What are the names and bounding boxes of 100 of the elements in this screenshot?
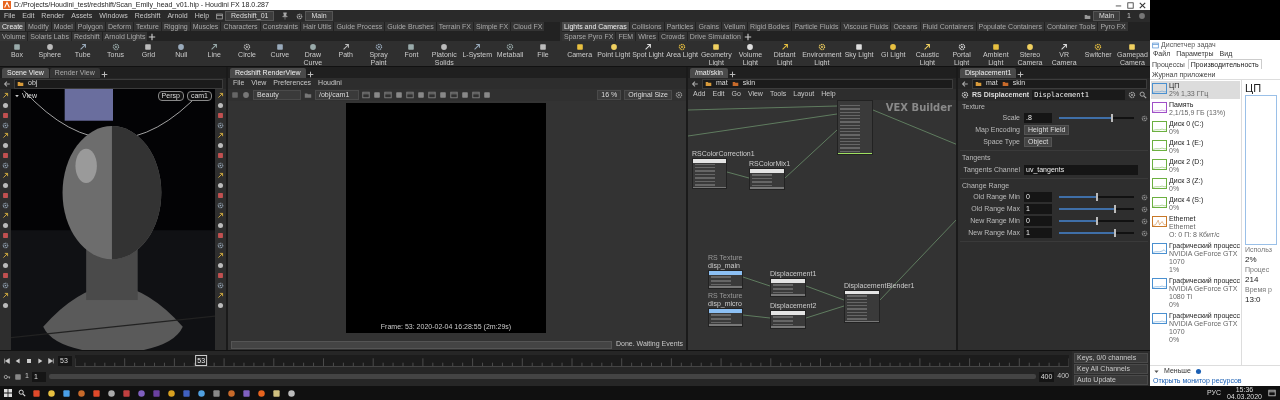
search-icon[interactable] (1139, 91, 1147, 99)
network-node[interactable] (708, 308, 743, 327)
slider-handle[interactable] (1110, 114, 1113, 123)
arrow-icon[interactable] (2, 132, 9, 139)
circle-icon[interactable] (1194, 367, 1202, 375)
circle-icon[interactable] (47, 388, 56, 398)
circle-icon[interactable] (217, 182, 224, 189)
window-icon[interactable] (384, 91, 392, 99)
gear-icon[interactable] (217, 242, 224, 249)
network-node[interactable] (749, 168, 785, 190)
slider-track[interactable] (1059, 208, 1134, 211)
gear-icon[interactable] (961, 91, 969, 99)
circle-icon[interactable] (2, 262, 9, 269)
back-icon[interactable] (3, 79, 11, 88)
window-icon[interactable] (406, 91, 414, 99)
circle-icon[interactable] (257, 388, 266, 398)
arrow-icon[interactable] (217, 292, 224, 299)
gear-icon[interactable] (217, 282, 224, 289)
key-icon[interactable] (3, 372, 11, 381)
circle-icon[interactable] (217, 262, 224, 269)
plus-icon[interactable] (306, 71, 314, 78)
square-icon[interactable] (212, 388, 221, 398)
network-node[interactable] (770, 278, 806, 297)
arrow-icon[interactable] (217, 212, 224, 219)
square-icon[interactable] (272, 388, 281, 398)
gear-icon[interactable] (2, 242, 9, 249)
gear-icon[interactable] (1141, 114, 1148, 122)
network-node[interactable] (770, 310, 806, 329)
slider-handle[interactable] (1114, 229, 1117, 238)
gear-icon[interactable] (217, 202, 224, 209)
circle-icon[interactable] (227, 388, 236, 398)
network-node[interactable] (844, 290, 880, 323)
window-icon[interactable] (362, 91, 370, 99)
arrow-icon[interactable] (217, 172, 224, 179)
arrow-icon[interactable] (2, 172, 9, 179)
arrow-icon[interactable] (217, 92, 224, 99)
gear-icon[interactable] (2, 122, 9, 129)
slider-track[interactable] (1059, 196, 1134, 199)
window-icon[interactable] (428, 91, 436, 99)
plus-icon[interactable] (100, 71, 108, 78)
circle-icon[interactable] (197, 388, 206, 398)
circle-icon[interactable] (217, 142, 224, 149)
circle-icon[interactable] (2, 182, 9, 189)
slider-track[interactable] (1059, 220, 1134, 223)
back-icon[interactable] (961, 79, 969, 88)
gear-icon[interactable] (2, 162, 9, 169)
search-icon[interactable] (18, 389, 26, 397)
skip-start-icon[interactable] (3, 356, 11, 365)
network-node[interactable] (708, 270, 743, 289)
back-icon[interactable] (691, 79, 699, 88)
square-icon[interactable] (14, 372, 22, 381)
slider-handle[interactable] (1095, 217, 1098, 226)
plus-icon[interactable] (148, 33, 157, 41)
gear-icon[interactable] (2, 202, 9, 209)
arrow-icon[interactable] (2, 292, 9, 299)
window-icon[interactable] (472, 91, 480, 99)
close-icon[interactable] (1138, 0, 1147, 10)
network-node[interactable] (837, 100, 873, 155)
arrow-icon[interactable] (2, 252, 9, 259)
circle-icon[interactable] (167, 388, 176, 398)
circle-icon[interactable] (107, 388, 116, 398)
slider-handle[interactable] (1095, 193, 1098, 202)
skip-end-icon[interactable] (47, 356, 55, 365)
network-node[interactable] (692, 158, 727, 189)
maximize-icon[interactable] (1126, 0, 1135, 10)
slider-track[interactable] (1059, 117, 1134, 120)
circle-icon[interactable] (2, 222, 9, 229)
arrow-icon[interactable] (217, 132, 224, 139)
gear-icon[interactable] (1128, 91, 1136, 99)
gear-icon[interactable] (217, 162, 224, 169)
arrow-icon[interactable] (2, 212, 9, 219)
folder-icon[interactable] (304, 91, 312, 99)
square-icon[interactable] (92, 388, 101, 398)
circle-icon[interactable] (287, 388, 296, 398)
window-icon[interactable] (450, 91, 458, 99)
plus-icon[interactable] (743, 33, 752, 41)
play-icon[interactable] (36, 356, 44, 365)
arrow-icon[interactable] (2, 92, 9, 99)
caret-icon[interactable] (14, 93, 20, 100)
circle-icon[interactable] (2, 102, 9, 109)
circle-icon[interactable] (77, 388, 86, 398)
plus-icon[interactable] (1017, 71, 1025, 78)
gear-icon[interactable] (2, 282, 9, 289)
pin-icon[interactable] (281, 12, 290, 20)
slider-track[interactable] (1059, 232, 1134, 235)
circle-icon[interactable] (2, 302, 9, 309)
slider-handle[interactable] (1114, 205, 1117, 214)
windows-icon[interactable] (4, 389, 12, 397)
circle-icon[interactable] (217, 302, 224, 309)
circle-icon[interactable] (217, 102, 224, 109)
plus-icon[interactable] (729, 71, 736, 78)
circle-icon[interactable] (217, 222, 224, 229)
step-back-icon[interactable] (14, 356, 22, 365)
window-icon[interactable] (1268, 389, 1276, 397)
square-icon[interactable] (32, 388, 41, 398)
arrow-icon[interactable] (217, 252, 224, 259)
gear-icon[interactable] (675, 91, 683, 99)
circle-icon[interactable] (2, 142, 9, 149)
gear-icon[interactable] (217, 122, 224, 129)
square-icon[interactable] (62, 388, 71, 398)
